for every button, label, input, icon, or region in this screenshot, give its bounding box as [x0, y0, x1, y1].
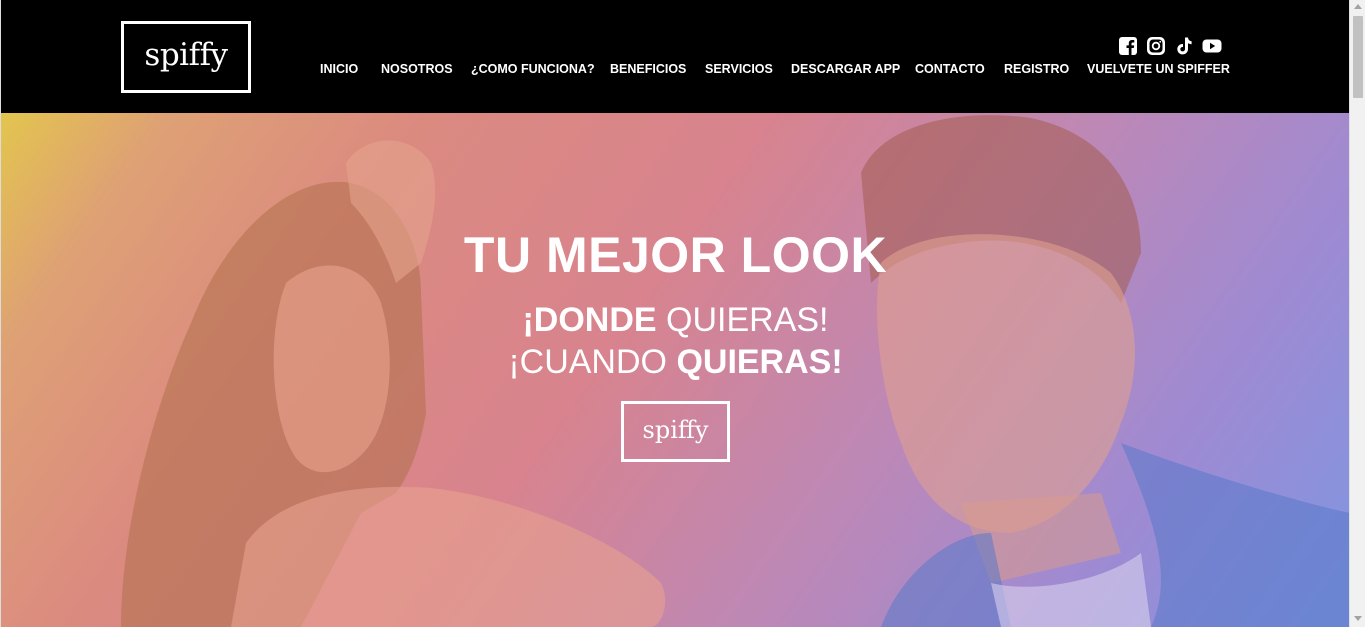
nav-item-registro[interactable]: REGISTRO — [1004, 62, 1069, 76]
scroll-down-arrow-icon[interactable] — [1354, 616, 1362, 621]
scroll-thumb[interactable] — [1353, 16, 1363, 98]
nav-item-vuelvete-un-spiffer[interactable]: VUELVETE UN SPIFFER — [1087, 62, 1230, 76]
hero-line1-rest: QUIERAS! — [656, 301, 829, 339]
hero-line2-rest: ¡CUANDO — [508, 343, 677, 381]
instagram-icon[interactable] — [1146, 36, 1166, 56]
site-logo[interactable]: spiffy — [121, 21, 251, 93]
hero-banner: TU MEJOR LOOK ¡DONDE QUIERAS! ¡CUANDO QU… — [1, 113, 1349, 627]
page-scrollbar[interactable] — [1349, 0, 1365, 627]
hero-line1-bold: ¡DONDE — [522, 301, 657, 339]
hero-line-cuando: ¡CUANDO QUIERAS! — [1, 343, 1349, 382]
page: spiffy INICIO NOSOTROS ¿COMO FUNCIONA? B… — [0, 0, 1349, 627]
hero-logo: spiffy — [621, 401, 730, 462]
hero-line-donde: ¡DONDE QUIERAS! — [1, 301, 1349, 340]
woman-shoulder — [231, 486, 666, 627]
hero-logo-text: spiffy — [642, 416, 709, 444]
scroll-up-arrow-icon[interactable] — [1354, 4, 1362, 9]
tiktok-icon[interactable] — [1174, 36, 1194, 56]
youtube-icon[interactable] — [1202, 36, 1222, 56]
social-links — [1118, 36, 1222, 56]
main-nav: INICIO NOSOTROS ¿COMO FUNCIONA? BENEFICI… — [1, 62, 1349, 78]
nav-item-inicio[interactable]: INICIO — [320, 62, 358, 76]
nav-item-como-funciona[interactable]: ¿COMO FUNCIONA? — [471, 62, 595, 76]
facebook-icon[interactable] — [1118, 36, 1138, 56]
nav-item-descargar-app[interactable]: DESCARGAR APP — [791, 62, 900, 76]
nav-item-servicios[interactable]: SERVICIOS — [705, 62, 773, 76]
site-header: spiffy INICIO NOSOTROS ¿COMO FUNCIONA? B… — [1, 0, 1349, 113]
nav-item-nosotros[interactable]: NOSOTROS — [381, 62, 453, 76]
nav-item-beneficios[interactable]: BENEFICIOS — [610, 62, 686, 76]
nav-item-contacto[interactable]: CONTACTO — [915, 62, 985, 76]
hero-line2-bold: QUIERAS! — [676, 343, 843, 381]
hero-title: TU MEJOR LOOK — [463, 227, 888, 283]
